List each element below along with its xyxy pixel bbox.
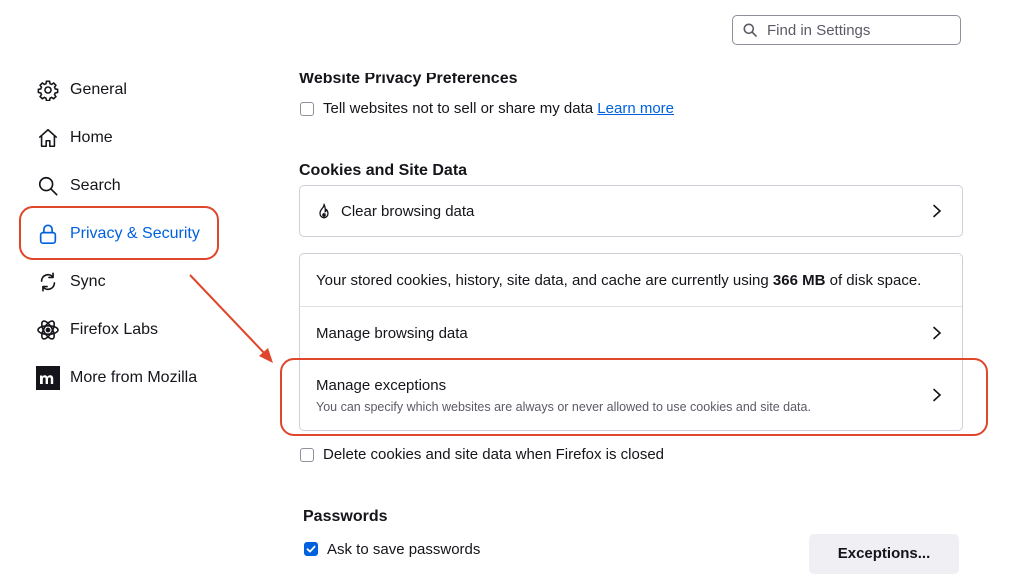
sidebar-item-label: General (70, 81, 127, 98)
search-input[interactable] (767, 21, 947, 39)
checkmark-icon (306, 545, 316, 553)
home-icon (36, 126, 60, 150)
disk-usage-row: Your stored cookies, history, site data,… (300, 254, 962, 306)
mozilla-m-icon (36, 366, 60, 390)
manage-browsing-data-label: Manage browsing data (316, 324, 468, 342)
search-icon (743, 23, 757, 37)
manage-browsing-data-row[interactable]: Manage browsing data (300, 307, 962, 359)
search-box[interactable] (732, 15, 961, 45)
annotation-arrow (189, 274, 273, 363)
sidebar-item-privacy-security[interactable]: Privacy & Security (36, 220, 200, 248)
sidebar-item-label: Sync (70, 273, 106, 290)
delete-on-close-label: Delete cookies and site data when Firefo… (323, 446, 665, 463)
sidebar-item-label: More from Mozilla (70, 369, 198, 386)
section-title-cookies: Cookies and Site Data (299, 162, 468, 179)
sidebar-item-label: Privacy & Security (70, 225, 200, 242)
delete-on-close-checkbox[interactable] (300, 448, 314, 462)
learn-more-link[interactable]: Learn more (597, 100, 674, 117)
sync-icon (36, 270, 60, 294)
section-title-privacy-prefs: Website Privacy Preferences (299, 70, 518, 87)
sidebar-item-sync[interactable]: Sync (36, 268, 106, 296)
password-exceptions-button[interactable]: Exceptions... (809, 534, 959, 574)
gear-icon (36, 78, 60, 102)
sidebar-item-label: Search (70, 177, 121, 194)
sidebar-item-home[interactable]: Home (36, 124, 113, 152)
sidebar-item-label: Home (70, 129, 113, 146)
sidebar-item-more-from-mozilla[interactable]: More from Mozilla (36, 364, 197, 392)
clear-browsing-data-button[interactable]: Clear browsing data (299, 185, 963, 237)
lock-icon (36, 222, 60, 246)
dnt-checkbox[interactable] (300, 102, 314, 116)
search-icon (36, 174, 60, 198)
section-title-passwords: Passwords (303, 508, 388, 525)
clear-browsing-data-label: Clear browsing data (341, 202, 475, 220)
sidebar-item-search[interactable]: Search (36, 172, 121, 200)
disk-usage-text: Your stored cookies, history, site data,… (316, 271, 922, 289)
flame-icon (319, 203, 329, 219)
atom-icon (36, 318, 60, 342)
annotation-highlight-manage-exceptions (280, 358, 988, 436)
ask-save-passwords-checkbox[interactable] (304, 542, 318, 556)
ask-save-passwords-label: Ask to save passwords (327, 541, 481, 558)
chevron-right-icon (933, 326, 942, 340)
sidebar-item-label: Firefox Labs (70, 321, 159, 338)
chevron-right-icon (933, 204, 942, 218)
sidebar-item-firefox-labs[interactable]: Firefox Labs (36, 316, 158, 344)
dnt-label: Tell websites not to sell or share my da… (323, 100, 594, 117)
disk-usage-amount: 366 MB (772, 271, 826, 289)
sidebar-item-general[interactable]: General (36, 76, 127, 104)
